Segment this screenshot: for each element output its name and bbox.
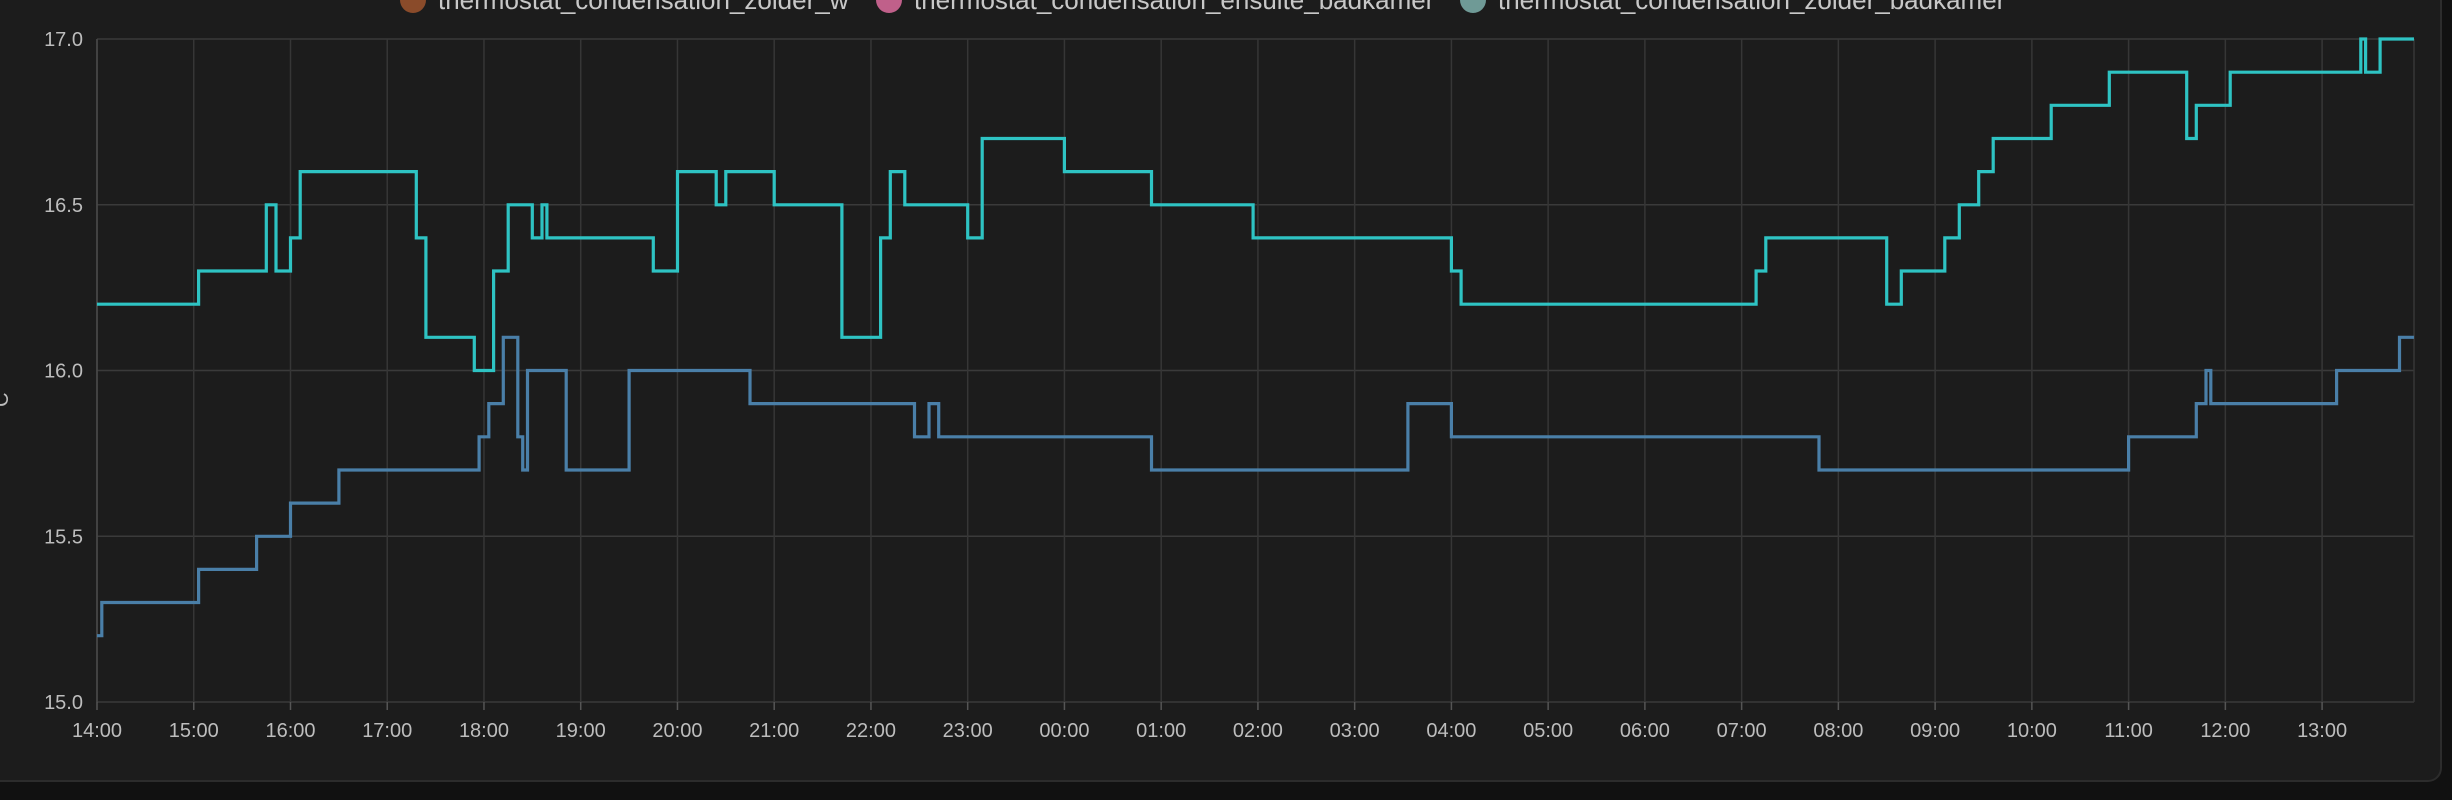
x-tick-label: 12:00 bbox=[2200, 720, 2250, 742]
axis-layer: 15.0 15.5 16.0 16.5 17.0 14:00 15:00 16:00 17:00… bbox=[44, 29, 2415, 742]
x-tick-label: 15:00 bbox=[169, 720, 219, 742]
y-tick-label: 15.5 bbox=[44, 526, 83, 548]
x-tick-label: 23:00 bbox=[943, 720, 993, 742]
grid-layer bbox=[96, 38, 2414, 703]
x-tick-label: 04:00 bbox=[1426, 720, 1476, 742]
x-tick-label: 00:00 bbox=[1039, 720, 1089, 742]
x-tick-label: 10:00 bbox=[2007, 720, 2057, 742]
y-axis-unit-label: °C bbox=[0, 392, 13, 414]
x-tick-label: 07:00 bbox=[1717, 720, 1767, 742]
x-tick-label: 03:00 bbox=[1330, 720, 1380, 742]
x-tick-label: 22:00 bbox=[846, 720, 896, 742]
series-layer bbox=[97, 37, 2414, 638]
x-tick-label: 20:00 bbox=[652, 720, 702, 742]
x-tick-label: 17:00 bbox=[362, 720, 412, 742]
x-tick-label: 18:00 bbox=[459, 720, 509, 742]
x-tick-label: 05:00 bbox=[1523, 720, 1573, 742]
x-tick-label: 21:00 bbox=[749, 720, 799, 742]
x-tick-label: 02:00 bbox=[1233, 720, 1283, 742]
y-tick-label: 16.0 bbox=[44, 361, 83, 383]
y-tick-label: 15.0 bbox=[44, 692, 83, 714]
x-tick-label: 08:00 bbox=[1813, 720, 1863, 742]
x-tick-label: 16:00 bbox=[265, 720, 315, 742]
x-tick-label: 11:00 bbox=[2104, 720, 2153, 742]
y-tick-label: 17.0 bbox=[44, 29, 83, 51]
y-tick-label: 16.5 bbox=[44, 195, 83, 217]
temperature-line-chart: 15.0 15.5 16.0 16.5 17.0 14:00 15:00 16:00 17:00… bbox=[0, 29, 2415, 742]
x-tick-label: 01:00 bbox=[1136, 720, 1186, 742]
x-tick-label: 09:00 bbox=[1910, 720, 1960, 742]
x-tick-label: 19:00 bbox=[556, 720, 606, 742]
x-tick-label: 14:00 bbox=[72, 720, 122, 742]
x-tick-label: 13:00 bbox=[2297, 720, 2347, 742]
chart-card: thermostat_condensation_zolder_w thermos… bbox=[0, 0, 2442, 782]
x-tick-label: 06:00 bbox=[1620, 720, 1670, 742]
series-line-1[interactable] bbox=[97, 335, 2414, 638]
